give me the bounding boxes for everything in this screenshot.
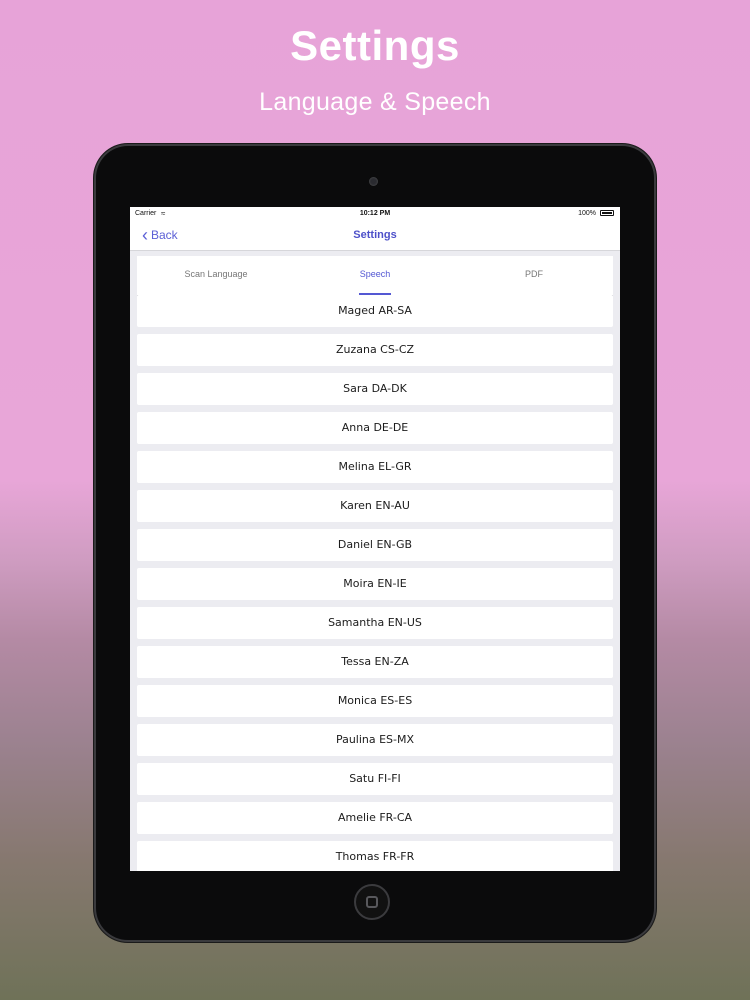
- voice-list-item[interactable]: Thomas FR-FR: [137, 841, 613, 871]
- home-square-icon: [366, 896, 378, 908]
- voice-list-item[interactable]: Anna DE-DE: [137, 412, 613, 444]
- voice-list-item[interactable]: Paulina ES-MX: [137, 724, 613, 756]
- tab-scan-language[interactable]: Scan Language: [137, 256, 295, 295]
- voice-list-item[interactable]: Maged AR-SA: [137, 295, 613, 327]
- ipad-frame: Carrier ≈ 10:12 PM 100% ‹ Back Settings …: [94, 144, 656, 942]
- camera-icon: [369, 177, 378, 186]
- battery-percentage: 100%: [578, 210, 596, 217]
- tab-label: Scan Language: [184, 269, 248, 279]
- voice-list-item[interactable]: Amelie FR-CA: [137, 802, 613, 834]
- voice-list: Maged AR-SA Zuzana CS-CZ Sara DA-DK Anna DE…: [137, 295, 613, 871]
- tab-label: PDF: [525, 269, 543, 279]
- voice-list-item[interactable]: Moira EN-IE: [137, 568, 613, 600]
- navigation-bar: ‹ Back Settings: [130, 221, 620, 251]
- battery-icon: [600, 210, 614, 216]
- promo-subtitle: Language & Speech: [259, 88, 491, 116]
- promo-title: Settings: [290, 22, 460, 69]
- segmented-tabs: Scan Language Speech PDF: [137, 256, 613, 296]
- tab-speech[interactable]: Speech: [296, 256, 454, 295]
- status-bar: Carrier ≈ 10:12 PM 100%: [130, 207, 620, 221]
- voice-list-item[interactable]: Daniel EN-GB: [137, 529, 613, 561]
- voice-list-item[interactable]: Satu FI-FI: [137, 763, 613, 795]
- voice-list-item[interactable]: Zuzana CS-CZ: [137, 334, 613, 366]
- voice-list-item[interactable]: Karen EN-AU: [137, 490, 613, 522]
- voice-list-item[interactable]: Melina EL-GR: [137, 451, 613, 483]
- page-title: Settings: [353, 229, 397, 241]
- tab-pdf[interactable]: PDF: [455, 256, 613, 295]
- app-screen: Carrier ≈ 10:12 PM 100% ‹ Back Settings …: [130, 207, 620, 871]
- home-button[interactable]: [354, 884, 390, 920]
- voice-list-item[interactable]: Monica ES-ES: [137, 685, 613, 717]
- voice-list-item[interactable]: Tessa EN-ZA: [137, 646, 613, 678]
- voice-list-item[interactable]: Sara DA-DK: [137, 373, 613, 405]
- tab-label: Speech: [359, 269, 391, 279]
- voice-list-item[interactable]: Samantha EN-US: [137, 607, 613, 639]
- status-time: 10:12 PM: [359, 210, 391, 217]
